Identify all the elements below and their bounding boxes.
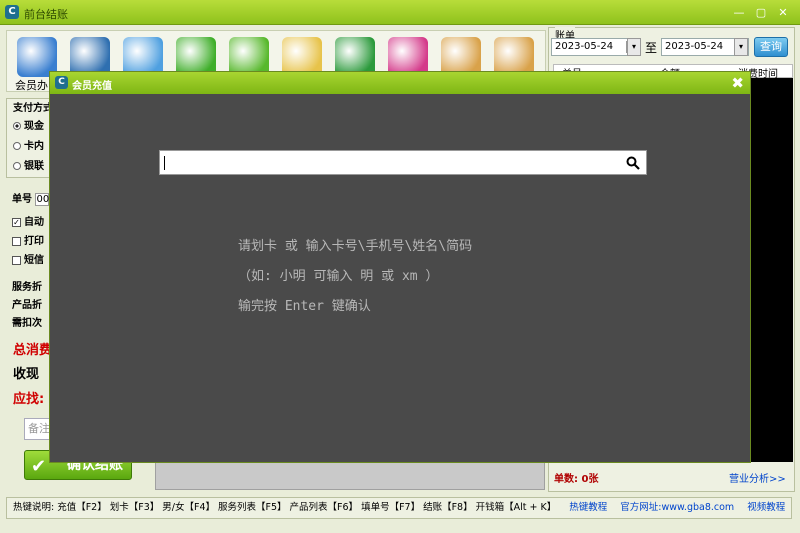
checkmark-icon: ✔ xyxy=(31,456,47,477)
video-tutorial-link[interactable]: 视频教程 xyxy=(747,502,785,513)
hotkey-tutorial-link[interactable]: 热键教程 xyxy=(569,502,607,513)
dialog-title: 会员充值 xyxy=(72,81,112,92)
dialog-titlebar: C 会员充值 ✖ xyxy=(50,72,750,94)
product-discount-label: 产品折 xyxy=(12,300,42,311)
dialog-logo-icon: C xyxy=(55,76,68,89)
hotkey-text: 热键说明: 充值【F2】 划卡【F3】 男/女【F4】 服务列表【F5】 产品列… xyxy=(13,502,557,513)
cash-received-label: 收现 xyxy=(13,367,40,382)
radio-selected-icon xyxy=(13,122,21,130)
print-checkbox[interactable]: 打印 xyxy=(12,232,44,247)
service-discount-label: 服务折 xyxy=(12,282,42,293)
hint-swipe-card: 请划卡 或 输入卡号\手机号\姓名\简码 xyxy=(238,239,473,254)
hint-example: （如: 小明 可输入 明 或 xm ） xyxy=(238,269,439,284)
close-button[interactable]: ✕ xyxy=(776,6,790,19)
payment-option-unionpay[interactable]: 银联 xyxy=(13,157,44,172)
hotkey-bar: 热键说明: 充值【F2】 划卡【F3】 男/女【F4】 服务列表【F5】 产品列… xyxy=(6,497,792,519)
business-analysis-link[interactable]: 营业分析>> xyxy=(729,470,786,485)
date-to-separator: 至 xyxy=(645,41,658,55)
item-list-panel xyxy=(155,462,545,490)
official-website-link[interactable]: 官方网址:www.gba8.com xyxy=(620,502,734,513)
member-recharge-dialog: C 会员充值 ✖ 请划卡 或 输入卡号\手机号\姓名\简码 （如: 小明 可输入… xyxy=(49,71,751,463)
payment-option-label: 银联 xyxy=(24,161,44,172)
bill-count: 单数: 0张 xyxy=(554,474,599,485)
payment-option-label: 现金 xyxy=(24,121,44,132)
checkbox-checked-icon: ✓ xyxy=(12,217,21,227)
dialog-close-button[interactable]: ✖ xyxy=(731,74,744,92)
maximize-button[interactable]: ▢ xyxy=(754,6,768,19)
text-caret xyxy=(164,156,165,170)
payment-option-card[interactable]: 卡内 xyxy=(13,137,44,152)
order-number-label: 单号 00 xyxy=(12,193,50,206)
payment-option-label: 卡内 xyxy=(24,141,44,152)
deduct-count-label: 需扣次 xyxy=(12,318,42,329)
member-search-input[interactable] xyxy=(159,150,647,175)
date-to-dropdown[interactable]: ▾ xyxy=(734,38,748,56)
hint-enter-confirm: 输完按 Enter 键确认 xyxy=(238,299,371,314)
search-icon[interactable] xyxy=(626,156,640,170)
date-from-input[interactable]: 2023-05-24▴▾ xyxy=(551,38,639,56)
app-logo-icon: C xyxy=(5,5,19,19)
order-number-input[interactable]: 00 xyxy=(35,193,50,206)
window-title: 前台结账 xyxy=(24,8,68,21)
radio-icon xyxy=(13,142,21,150)
main-titlebar: C 前台结账 — ▢ ✕ xyxy=(0,0,800,25)
radio-icon xyxy=(13,162,21,170)
minimize-button[interactable]: — xyxy=(732,6,746,19)
payment-method-title: 支付方式 xyxy=(13,99,53,114)
date-from-dropdown[interactable]: ▾ xyxy=(627,38,641,56)
auto-checkbox[interactable]: ✓ 自动 xyxy=(12,213,44,228)
checkbox-icon xyxy=(12,255,21,265)
query-button[interactable]: 查询 xyxy=(754,37,788,57)
checkbox-icon xyxy=(12,236,21,246)
payment-option-cash[interactable]: 现金 xyxy=(13,117,44,132)
change-due-label: 应找: xyxy=(13,392,45,407)
member-tool-label: 会员办 xyxy=(15,79,48,92)
total-consumption-label: 总消费 xyxy=(13,343,53,358)
sms-checkbox[interactable]: 短信 xyxy=(12,251,44,266)
